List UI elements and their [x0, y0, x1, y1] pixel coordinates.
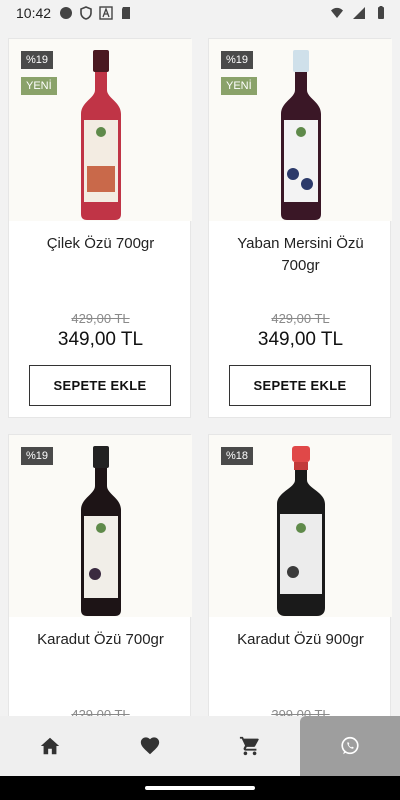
product-card[interactable]: %19 YENİ Çilek Özü 700gr 429,00 TL 349,0… — [8, 38, 192, 418]
battery-icon — [378, 6, 384, 19]
old-price: 429,00 TL — [71, 707, 130, 716]
product-name[interactable]: Karadut Özü 900gr — [217, 629, 384, 651]
bottle-image — [80, 50, 121, 220]
home-icon — [40, 737, 60, 755]
product-card[interactable]: %19 YENİ Yaban Mersini Özü 700gr 429,00 … — [208, 38, 392, 418]
wifi-icon — [331, 7, 343, 18]
bottom-nav — [0, 716, 400, 776]
product-name[interactable]: Karadut Özü 700gr — [17, 629, 184, 651]
add-to-cart-button[interactable]: SEPETE EKLE — [29, 365, 171, 406]
bottle-image — [80, 446, 121, 616]
discount-badge: %19 — [221, 51, 254, 69]
old-price: 429,00 TL — [71, 311, 130, 326]
sd-card-icon — [122, 7, 131, 19]
app-a-icon — [99, 6, 113, 20]
product-card[interactable]: %19 Karadut Özü 700gr 429,00 TL — [8, 434, 192, 716]
old-price: 399,00 TL — [271, 707, 330, 716]
nav-cart[interactable] — [200, 716, 300, 776]
old-price: 429,00 TL — [271, 311, 330, 326]
product-grid: %19 YENİ Çilek Özü 700gr 429,00 TL 349,0… — [0, 26, 400, 716]
product-name[interactable]: Yaban Mersini Özü 700gr — [217, 233, 384, 277]
cart-icon — [239, 736, 259, 756]
notification-dot-icon — [60, 7, 73, 19]
home-gesture-handle[interactable] — [145, 786, 255, 790]
whatsapp-icon — [341, 736, 359, 755]
discount-badge: %19 — [21, 51, 54, 69]
discount-badge: %19 — [21, 447, 54, 465]
signal-icon — [353, 7, 365, 19]
new-badge: YENİ — [221, 77, 257, 95]
bottle-image — [280, 50, 321, 220]
discount-badge: %18 — [221, 447, 254, 465]
nav-favorites[interactable] — [100, 716, 200, 776]
new-badge: YENİ — [21, 77, 57, 95]
product-name[interactable]: Çilek Özü 700gr — [17, 233, 184, 255]
heart-icon — [140, 737, 160, 755]
bottle-image — [276, 446, 325, 616]
status-bar: 10:42 — [0, 0, 400, 26]
status-time: 10:42 — [16, 5, 52, 21]
current-price: 349,00 TL — [257, 329, 344, 350]
shield-icon — [80, 6, 92, 20]
add-to-cart-button[interactable]: SEPETE EKLE — [229, 365, 371, 406]
nav-home[interactable] — [0, 716, 100, 776]
current-price: 349,00 TL — [57, 329, 144, 350]
product-card[interactable]: %18 Karadut Özü 900gr 399,00 TL — [208, 434, 392, 716]
system-gesture-bar — [0, 776, 400, 800]
nav-whatsapp[interactable] — [300, 716, 400, 776]
